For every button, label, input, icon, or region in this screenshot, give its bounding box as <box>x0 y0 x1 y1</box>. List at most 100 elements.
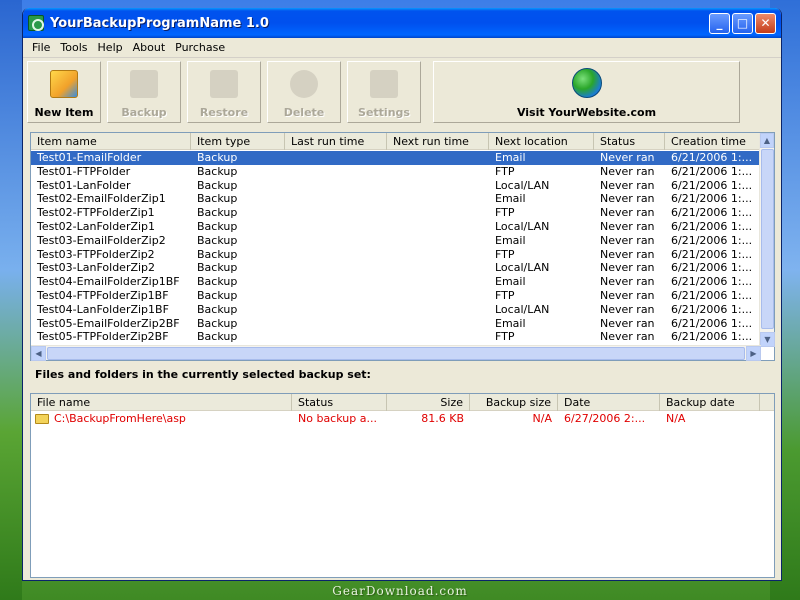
col-next-run-time[interactable]: Next run time <box>387 133 489 150</box>
delete-button[interactable]: Delete <box>267 61 341 123</box>
file-row[interactable]: C:\BackupFromHere\asp No backup a... 81.6 … <box>31 411 774 427</box>
table-row[interactable]: Test03-FTPFolderZip2 Backup FTP Never ran 6/… <box>31 248 761 262</box>
cell-item-type: Backup <box>197 192 238 206</box>
scroll-right-arrow-icon[interactable]: ▶ <box>746 346 761 361</box>
cell-item-type: Backup <box>197 316 238 330</box>
scroll-left-arrow-icon[interactable]: ◀ <box>31 346 46 361</box>
cell-backup-date: N/A <box>666 412 686 425</box>
col-file-name[interactable]: File name <box>31 394 292 411</box>
cell-next-location: Email <box>495 316 526 330</box>
grid-horizontal-scrollbar[interactable]: ◀ ▶ <box>31 345 761 361</box>
col-item-type[interactable]: Item type <box>191 133 285 150</box>
app-window: YourBackupProgramName 1.0 _ □ ✕ File Too… <box>22 8 782 581</box>
horizontal-scroll-thumb[interactable] <box>47 347 745 360</box>
cell-item-type: Backup <box>197 233 238 247</box>
cell-status: Never ran <box>600 233 655 247</box>
cell-last-run-time <box>285 220 387 234</box>
cell-creation-time: 6/21/2006 1:... <box>671 330 753 344</box>
col-status[interactable]: Status <box>594 133 665 150</box>
cell-item-type: Backup <box>197 302 238 316</box>
cell-status: Never ran <box>600 178 655 192</box>
table-row[interactable]: Test01-EmailFolder Backup Email Never ran 6/… <box>31 151 761 165</box>
table-row[interactable]: Test03-EmailFolderZip2 Backup Email Never r… <box>31 234 761 248</box>
cell-next-run-time <box>387 303 489 317</box>
new-item-button[interactable]: New Item <box>27 61 101 123</box>
grid-body: Test01-EmailFolder Backup Email Never ran 6/… <box>31 151 761 347</box>
menu-about[interactable]: About <box>128 41 171 54</box>
cell-status: Never ran <box>600 288 655 302</box>
cell-creation-time: 6/21/2006 1:... <box>671 261 753 275</box>
cell-item-type: Backup <box>197 288 238 302</box>
table-row[interactable]: Test02-LanFolderZip1 Backup Local/LAN Never… <box>31 220 761 234</box>
minimize-button[interactable]: _ <box>709 12 730 34</box>
scroll-down-arrow-icon[interactable]: ▼ <box>760 332 775 347</box>
cell-creation-time: 6/21/2006 1:... <box>671 206 753 220</box>
col-size[interactable]: Size <box>387 394 470 411</box>
grid-header: Item name Item type Last run time Next r… <box>31 133 774 150</box>
visit-website-button[interactable]: Visit YourWebsite.com <box>433 61 740 123</box>
grid-vertical-scrollbar[interactable]: ▲ ▼ <box>759 133 775 347</box>
cell-creation-time: 6/21/2006 1:... <box>671 164 753 178</box>
cell-next-location: Local/LAN <box>495 178 550 192</box>
col-creation-time[interactable]: Creation time <box>665 133 761 150</box>
menu-purchase[interactable]: Purchase <box>170 41 230 54</box>
table-row[interactable]: Test04-LanFolderZip1BF Backup Local/LAN Nev… <box>31 303 761 317</box>
table-row[interactable]: Test02-EmailFolderZip1 Backup Email Never r… <box>31 192 761 206</box>
cell-next-run-time <box>387 179 489 193</box>
col-date[interactable]: Date <box>558 394 660 411</box>
cell-last-run-time <box>285 303 387 317</box>
cell-size: 81.6 KB <box>421 412 464 425</box>
cell-next-run-time <box>387 192 489 206</box>
scroll-up-arrow-icon[interactable]: ▲ <box>760 133 774 148</box>
restore-icon <box>210 70 238 98</box>
cell-item-type: Backup <box>197 275 238 289</box>
table-row[interactable]: Test04-FTPFolderZip1BF Backup FTP Never ran… <box>31 289 761 303</box>
cell-last-run-time <box>285 261 387 275</box>
table-row[interactable]: Test04-EmailFolderZip1BF Backup Email Never… <box>31 275 761 289</box>
vertical-scroll-thumb[interactable] <box>761 149 774 329</box>
col-backup-size[interactable]: Backup size <box>470 394 558 411</box>
cell-last-run-time <box>285 248 387 262</box>
settings-button[interactable]: Settings <box>347 61 421 123</box>
table-row[interactable]: Test05-EmailFolderZip2BF Backup Email Never… <box>31 317 761 331</box>
cell-item-name: Test05-EmailFolderZip2BF <box>37 316 180 330</box>
settings-label: Settings <box>358 106 410 119</box>
table-row[interactable]: Test03-LanFolderZip2 Backup Local/LAN Never… <box>31 261 761 275</box>
cell-file-name: C:\BackupFromHere\asp <box>31 411 292 427</box>
cell-date: 6/27/2006 2:... <box>564 412 646 425</box>
cell-item-name: Test01-EmailFolder <box>37 151 142 164</box>
cell-last-run-time <box>285 275 387 289</box>
files-grid-header: File name Status Size Backup size Date B… <box>31 394 774 411</box>
col-backup-date[interactable]: Backup date <box>660 394 760 411</box>
cell-file-status: No backup a... <box>298 412 377 425</box>
menu-file[interactable]: File <box>27 41 55 54</box>
cell-next-run-time <box>387 165 489 179</box>
col-file-status[interactable]: Status <box>292 394 387 411</box>
table-row[interactable]: Test05-FTPFolderZip2BF Backup FTP Never ran… <box>31 330 761 344</box>
close-button[interactable]: ✕ <box>755 12 776 34</box>
menu-help[interactable]: Help <box>93 41 128 54</box>
cell-next-location: FTP <box>495 330 515 344</box>
table-row[interactable]: Test01-LanFolder Backup Local/LAN Never ran… <box>31 179 761 193</box>
col-item-name[interactable]: Item name <box>31 133 191 150</box>
cell-status: Never ran <box>600 316 655 330</box>
backup-button[interactable]: Backup <box>107 61 181 123</box>
toolbar: New Item Backup Restore Delete Settings … <box>23 58 781 126</box>
table-row[interactable]: Test01-FTPFolder Backup FTP Never ran 6/21/2… <box>31 165 761 179</box>
cell-status: Never ran <box>600 247 655 261</box>
cell-item-name: Test02-LanFolderZip1 <box>37 219 156 233</box>
globe-icon <box>571 68 602 98</box>
restore-button[interactable]: Restore <box>187 61 261 123</box>
col-last-run-time[interactable]: Last run time <box>285 133 387 150</box>
table-row[interactable]: Test02-FTPFolderZip1 Backup FTP Never ran 6/… <box>31 206 761 220</box>
cell-backup-size: N/A <box>532 412 552 425</box>
col-next-location[interactable]: Next location <box>489 133 594 150</box>
title-bar[interactable]: YourBackupProgramName 1.0 _ □ ✕ <box>23 8 781 38</box>
app-icon <box>28 15 44 31</box>
cell-last-run-time <box>285 165 387 179</box>
delete-icon <box>290 70 318 98</box>
files-section-label: Files and folders in the currently selec… <box>35 368 371 381</box>
menu-tools[interactable]: Tools <box>55 41 92 54</box>
cell-item-type: Backup <box>197 219 238 233</box>
maximize-button[interactable]: □ <box>732 12 753 34</box>
